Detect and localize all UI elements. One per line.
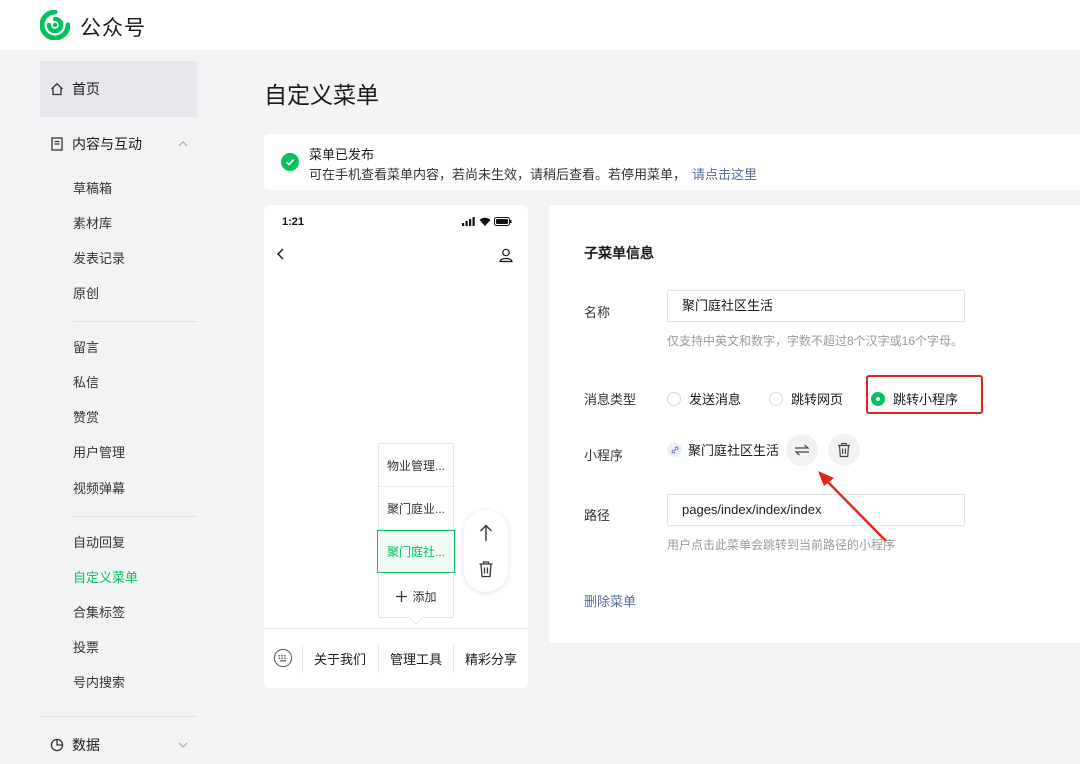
publish-status-banner: 菜单已发布 可在手机查看菜单内容，若尚未生效，请稍后查看。若停用菜单， 请点击这里 [264, 134, 1080, 190]
submenu-detail-panel: 子菜单信息 名称 聚门庭社区生活 仅支持中英文和数字，字数不超过8个汉字或16个… [549, 205, 1080, 643]
sidebar-item-home[interactable]: 首页 [40, 61, 197, 117]
submenu-actions [464, 510, 508, 592]
move-up-icon[interactable] [478, 524, 494, 542]
keyboard-icon[interactable] [273, 648, 293, 668]
phone-menu-bar: 关于我们 管理工具 精彩分享 [264, 628, 528, 688]
disable-menu-link[interactable]: 请点击这里 [692, 167, 757, 182]
plus-icon [396, 591, 408, 602]
phone-time: 1:21 [282, 216, 305, 228]
phone-preview: 1:21 物业管理... 聚门庭业... 聚门庭社... 添加 关于我们 管理工… [264, 205, 528, 688]
submenu-popup: 物业管理... 聚门庭业... 聚门庭社... 添加 [377, 443, 455, 626]
document-icon [50, 137, 64, 151]
radio-circle[interactable] [769, 391, 783, 406]
signal-icon [462, 217, 475, 226]
annotation-highlight-box [866, 375, 983, 414]
back-arrow-icon[interactable] [274, 247, 288, 261]
sidebar-item-rewards[interactable]: 赞赏 [73, 408, 99, 428]
sidebar-group-data[interactable]: 数据 [40, 725, 197, 764]
pie-chart-icon [50, 738, 64, 752]
miniprogram-label: 小程序 [584, 448, 624, 463]
trash-icon[interactable] [478, 560, 494, 578]
wechat-logo-icon[interactable] [39, 9, 71, 41]
banner-message: 可在手机查看菜单内容，若尚未生效，请稍后查看。若停用菜单， 请点击这里 [309, 164, 757, 183]
sidebar-item-drafts[interactable]: 草稿箱 [73, 179, 112, 199]
message-type-label: 消息类型 [584, 392, 637, 407]
menu-item-featured-share[interactable]: 精彩分享 [453, 649, 529, 668]
page-title: 自定义菜单 [264, 82, 379, 108]
home-icon [50, 82, 64, 96]
panel-title: 子菜单信息 [584, 245, 654, 261]
banner-message-text: 可在手机查看菜单内容，若尚未生效，请稍后查看。若停用菜单， [309, 167, 687, 182]
add-submenu-label: 添加 [412, 590, 437, 604]
banner-status: 菜单已发布 [309, 147, 375, 162]
name-input[interactable]: 聚门庭社区生活 [667, 290, 965, 322]
miniprogram-name: 聚门庭社区生活 [688, 443, 780, 458]
name-label: 名称 [584, 305, 611, 320]
sidebar-divider [73, 321, 197, 322]
annotation-arrow-icon [818, 471, 887, 542]
submenu-item[interactable]: 物业管理... [379, 444, 453, 487]
submenu-item-selected[interactable]: 聚门庭社... [377, 530, 455, 573]
sidebar-item-custom-menu[interactable]: 自定义菜单 [73, 568, 138, 588]
sidebar-item-home-label: 首页 [72, 81, 100, 97]
sidebar-divider [73, 516, 197, 517]
phone-status-icons [462, 217, 512, 226]
sidebar-item-user-management[interactable]: 用户管理 [73, 443, 125, 463]
sidebar-item-original[interactable]: 原创 [73, 284, 99, 304]
name-hint: 仅支持中英文和数字，字数不超过8个汉字或16个字母。 [667, 334, 964, 348]
check-circle-icon [281, 153, 299, 171]
sidebar-group-content-label: 内容与互动 [72, 136, 142, 152]
sidebar-item-materials[interactable]: 素材库 [73, 214, 112, 234]
sidebar-item-comments[interactable]: 留言 [73, 338, 99, 358]
battery-icon [494, 217, 512, 226]
sidebar-item-messages[interactable]: 私信 [73, 373, 99, 393]
sidebar-group-data-label: 数据 [72, 737, 100, 753]
radio-send-message[interactable]: 发送消息 [667, 389, 741, 408]
top-bar: 公众号 [0, 0, 1080, 50]
sidebar-group-content[interactable]: 内容与互动 [40, 124, 197, 164]
chevron-up-icon[interactable] [177, 138, 189, 150]
brand-title: 公众号 [80, 17, 146, 40]
user-icon[interactable] [498, 247, 514, 263]
submenu-item[interactable]: 聚门庭业... [379, 487, 453, 530]
swap-icon[interactable] [786, 434, 818, 466]
miniprogram-selection: 聚门庭社区生活 [667, 440, 779, 459]
sidebar-item-publish-records[interactable]: 发表记录 [73, 249, 125, 269]
sidebar-divider [40, 716, 197, 717]
delete-menu-link[interactable]: 删除菜单 [584, 591, 636, 610]
radio-jump-webpage[interactable]: 跳转网页 [769, 389, 843, 408]
radio-send-message-label: 发送消息 [689, 392, 742, 407]
radio-circle[interactable] [667, 391, 681, 406]
radio-jump-webpage-label: 跳转网页 [791, 392, 844, 407]
sidebar-item-video-danmaku[interactable]: 视频弹幕 [73, 479, 125, 499]
link-icon [667, 442, 682, 457]
menu-item-about-us[interactable]: 关于我们 [302, 649, 378, 668]
menu-item-management-tools[interactable]: 管理工具 [378, 649, 454, 668]
sidebar-item-votes[interactable]: 投票 [73, 638, 99, 658]
path-label: 路径 [584, 508, 611, 523]
sidebar-item-in-account-search[interactable]: 号内搜索 [73, 673, 125, 693]
sidebar-item-auto-reply[interactable]: 自动回复 [73, 533, 125, 553]
trash-icon[interactable] [828, 434, 860, 466]
chevron-down-icon[interactable] [177, 739, 189, 751]
sidebar-item-collection-tags[interactable]: 合集标签 [73, 603, 125, 623]
wifi-icon [479, 217, 491, 226]
sidebar: 首页 内容与互动 草稿箱 素材库 发表记录 原创 留言 私信 赞赏 用户管理 视… [0, 50, 236, 764]
